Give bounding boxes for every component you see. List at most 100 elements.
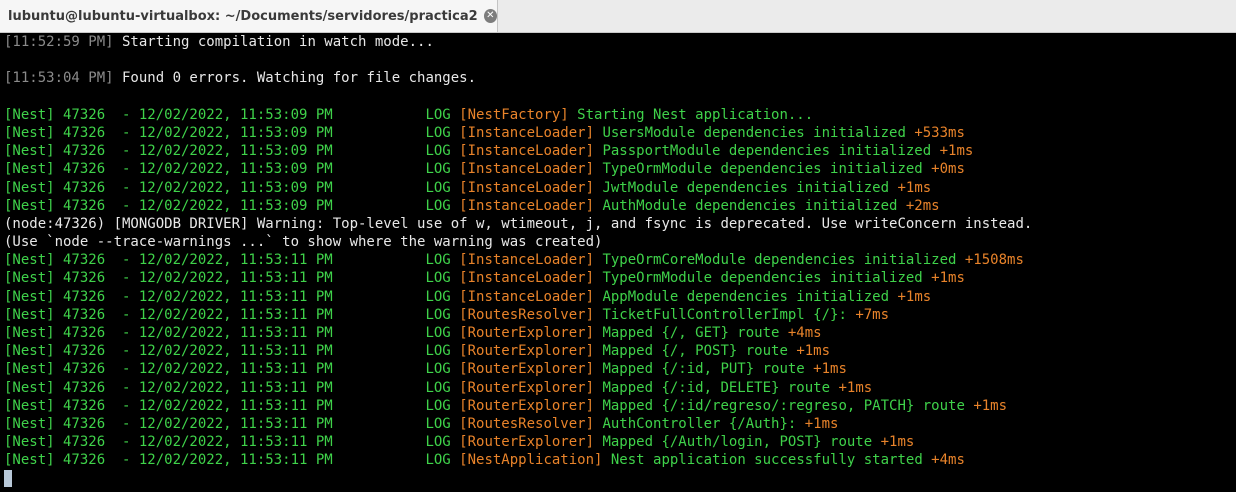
log-duration: +1ms bbox=[889, 179, 932, 196]
terminal-line: [Nest] 47326 - 12/02/2022, 11:53:11 PM L… bbox=[4, 397, 1236, 415]
log-context: [RouterExplorer] bbox=[459, 361, 595, 378]
log-level: LOG bbox=[425, 306, 460, 323]
terminal-tab[interactable]: lubuntu@lubuntu-virtualbox: ~/Documents/… bbox=[0, 0, 498, 32]
log-context: [RoutesResolver] bbox=[459, 306, 595, 323]
log-level: LOG bbox=[425, 106, 460, 123]
terminal-line: [Nest] 47326 - 12/02/2022, 11:53:09 PM L… bbox=[4, 160, 1236, 178]
log-prefix: [Nest] 47326 - 12/02/2022, 11:53:11 PM bbox=[4, 306, 426, 323]
log-context: [InstanceLoader] bbox=[459, 288, 595, 305]
terminal-line: [Nest] 47326 - 12/02/2022, 11:53:11 PM L… bbox=[4, 451, 1236, 469]
log-context: [RouterExplorer] bbox=[459, 434, 595, 451]
log-context: [NestApplication] bbox=[459, 452, 603, 469]
log-message: Mapped {/:id, DELETE} route bbox=[594, 379, 831, 396]
log-message: TypeOrmModule dependencies initialized bbox=[594, 270, 923, 287]
log-level: LOG bbox=[425, 143, 460, 160]
log-message: Mapped {/Auth/login, POST} route bbox=[594, 434, 873, 451]
log-context: [RouterExplorer] bbox=[459, 379, 595, 396]
log-message: AuthModule dependencies initialized bbox=[594, 197, 898, 214]
log-message: TypeOrmModule dependencies initialized bbox=[594, 161, 923, 178]
log-level: LOG bbox=[425, 270, 460, 287]
log-message: JwtModule dependencies initialized bbox=[594, 179, 890, 196]
log-level: LOG bbox=[425, 124, 460, 141]
log-context: [InstanceLoader] bbox=[459, 143, 595, 160]
log-prefix: [Nest] 47326 - 12/02/2022, 11:53:11 PM bbox=[4, 252, 426, 269]
terminal-line: [Nest] 47326 - 12/02/2022, 11:53:11 PM L… bbox=[4, 415, 1236, 433]
log-prefix: [Nest] 47326 - 12/02/2022, 11:53:11 PM bbox=[4, 397, 426, 414]
log-level: LOG bbox=[425, 288, 460, 305]
log-duration: +1ms bbox=[922, 270, 965, 287]
terminal-line: [Nest] 47326 - 12/02/2022, 11:53:09 PM L… bbox=[4, 106, 1236, 124]
terminal-output[interactable]: [11:52:59 PM] Starting compilation in wa… bbox=[0, 33, 1236, 492]
line-text: (Use `node --trace-warnings ...` to show… bbox=[4, 234, 603, 251]
terminal-line: [Nest] 47326 - 12/02/2022, 11:53:09 PM L… bbox=[4, 142, 1236, 160]
log-message: Starting Nest application... bbox=[568, 106, 814, 123]
line-text: [11:53:04 PM] bbox=[4, 70, 114, 87]
tab-bar: lubuntu@lubuntu-virtualbox: ~/Documents/… bbox=[0, 0, 1236, 33]
log-duration: +7ms bbox=[846, 306, 890, 323]
log-prefix: [Nest] 47326 - 12/02/2022, 11:53:11 PM bbox=[4, 415, 426, 432]
log-duration: +0ms bbox=[922, 161, 965, 178]
log-context: [RouterExplorer] bbox=[459, 325, 595, 341]
terminal-line: [Nest] 47326 - 12/02/2022, 11:53:11 PM L… bbox=[4, 288, 1236, 306]
log-prefix: [Nest] 47326 - 12/02/2022, 11:53:11 PM bbox=[4, 325, 426, 341]
log-level: LOG bbox=[425, 361, 460, 378]
log-message: Mapped {/, GET} route bbox=[594, 325, 780, 341]
terminal-line: [Nest] 47326 - 12/02/2022, 11:53:11 PM L… bbox=[4, 433, 1236, 451]
close-icon[interactable]: ✕ bbox=[483, 9, 497, 23]
log-context: [InstanceLoader] bbox=[459, 124, 595, 141]
log-duration: +1ms bbox=[787, 343, 831, 360]
log-prefix: [Nest] 47326 - 12/02/2022, 11:53:11 PM bbox=[4, 270, 426, 287]
terminal-line: (Use `node --trace-warnings ...` to show… bbox=[4, 233, 1236, 251]
log-prefix: [Nest] 47326 - 12/02/2022, 11:53:11 PM bbox=[4, 343, 426, 360]
log-prefix: [Nest] 47326 - 12/02/2022, 11:53:09 PM bbox=[4, 197, 426, 214]
log-duration: +1ms bbox=[830, 379, 873, 396]
terminal-line: [Nest] 47326 - 12/02/2022, 11:53:09 PM L… bbox=[4, 124, 1236, 142]
text-cursor bbox=[4, 469, 12, 487]
terminal-line: [Nest] 47326 - 12/02/2022, 11:53:11 PM L… bbox=[4, 251, 1236, 269]
log-level: LOG bbox=[425, 434, 460, 451]
log-duration: +1ms bbox=[931, 143, 974, 160]
log-message: PassportModule dependencies initialized bbox=[594, 143, 932, 160]
log-context: [RouterExplorer] bbox=[459, 343, 595, 360]
log-context: [InstanceLoader] bbox=[459, 270, 595, 287]
log-message: TicketFullControllerImpl {/}: bbox=[594, 306, 847, 323]
terminal-line: [Nest] 47326 - 12/02/2022, 11:53:11 PM L… bbox=[4, 360, 1236, 378]
log-duration: +1ms bbox=[889, 288, 932, 305]
log-duration: +2ms bbox=[897, 197, 940, 214]
line-text: Found 0 errors. Watching for file change… bbox=[113, 70, 477, 87]
log-duration: +1ms bbox=[872, 434, 915, 451]
log-duration: +1ms bbox=[796, 415, 839, 432]
tab-title: lubuntu@lubuntu-virtualbox: ~/Documents/… bbox=[8, 8, 478, 24]
log-duration: +533ms bbox=[905, 124, 965, 141]
log-context: [InstanceLoader] bbox=[459, 161, 595, 178]
log-duration: +1ms bbox=[964, 397, 1008, 414]
log-message: AppModule dependencies initialized bbox=[594, 288, 890, 305]
log-level: LOG bbox=[425, 415, 460, 432]
log-level: LOG bbox=[425, 379, 460, 396]
log-level: LOG bbox=[425, 343, 460, 360]
log-level: LOG bbox=[425, 397, 460, 414]
log-message: Nest application successfully started bbox=[602, 452, 923, 469]
log-message: Mapped {/:id, PUT} route bbox=[594, 361, 805, 378]
log-message: Mapped {/:id/regreso/:regreso, PATCH} ro… bbox=[594, 397, 965, 414]
log-message: TypeOrmCoreModule dependencies initializ… bbox=[594, 252, 957, 269]
log-duration: +1ms bbox=[804, 361, 847, 378]
terminal-line: (node:47326) [MONGODB DRIVER] Warning: T… bbox=[4, 215, 1236, 233]
log-duration: +4ms bbox=[922, 452, 965, 469]
log-level: LOG bbox=[425, 161, 460, 178]
terminal-line: [Nest] 47326 - 12/02/2022, 11:53:11 PM L… bbox=[4, 342, 1236, 360]
terminal-line: [11:53:04 PM] Found 0 errors. Watching f… bbox=[4, 69, 1236, 87]
log-prefix: [Nest] 47326 - 12/02/2022, 11:53:11 PM bbox=[4, 379, 426, 396]
log-prefix: [Nest] 47326 - 12/02/2022, 11:53:09 PM bbox=[4, 124, 426, 141]
log-context: [InstanceLoader] bbox=[459, 252, 595, 269]
log-context: [InstanceLoader] bbox=[459, 179, 595, 196]
log-prefix: [Nest] 47326 - 12/02/2022, 11:53:11 PM bbox=[4, 434, 426, 451]
terminal-line: [Nest] 47326 - 12/02/2022, 11:53:11 PM L… bbox=[4, 306, 1236, 324]
log-prefix: [Nest] 47326 - 12/02/2022, 11:53:11 PM bbox=[4, 361, 426, 378]
line-text: (node:47326) [MONGODB DRIVER] Warning: T… bbox=[4, 215, 1033, 232]
prompt-line[interactable] bbox=[4, 469, 1236, 488]
terminal-line: [Nest] 47326 - 12/02/2022, 11:53:11 PM L… bbox=[4, 379, 1236, 397]
log-level: LOG bbox=[425, 452, 460, 469]
terminal-line: [Nest] 47326 - 12/02/2022, 11:53:09 PM L… bbox=[4, 197, 1236, 215]
